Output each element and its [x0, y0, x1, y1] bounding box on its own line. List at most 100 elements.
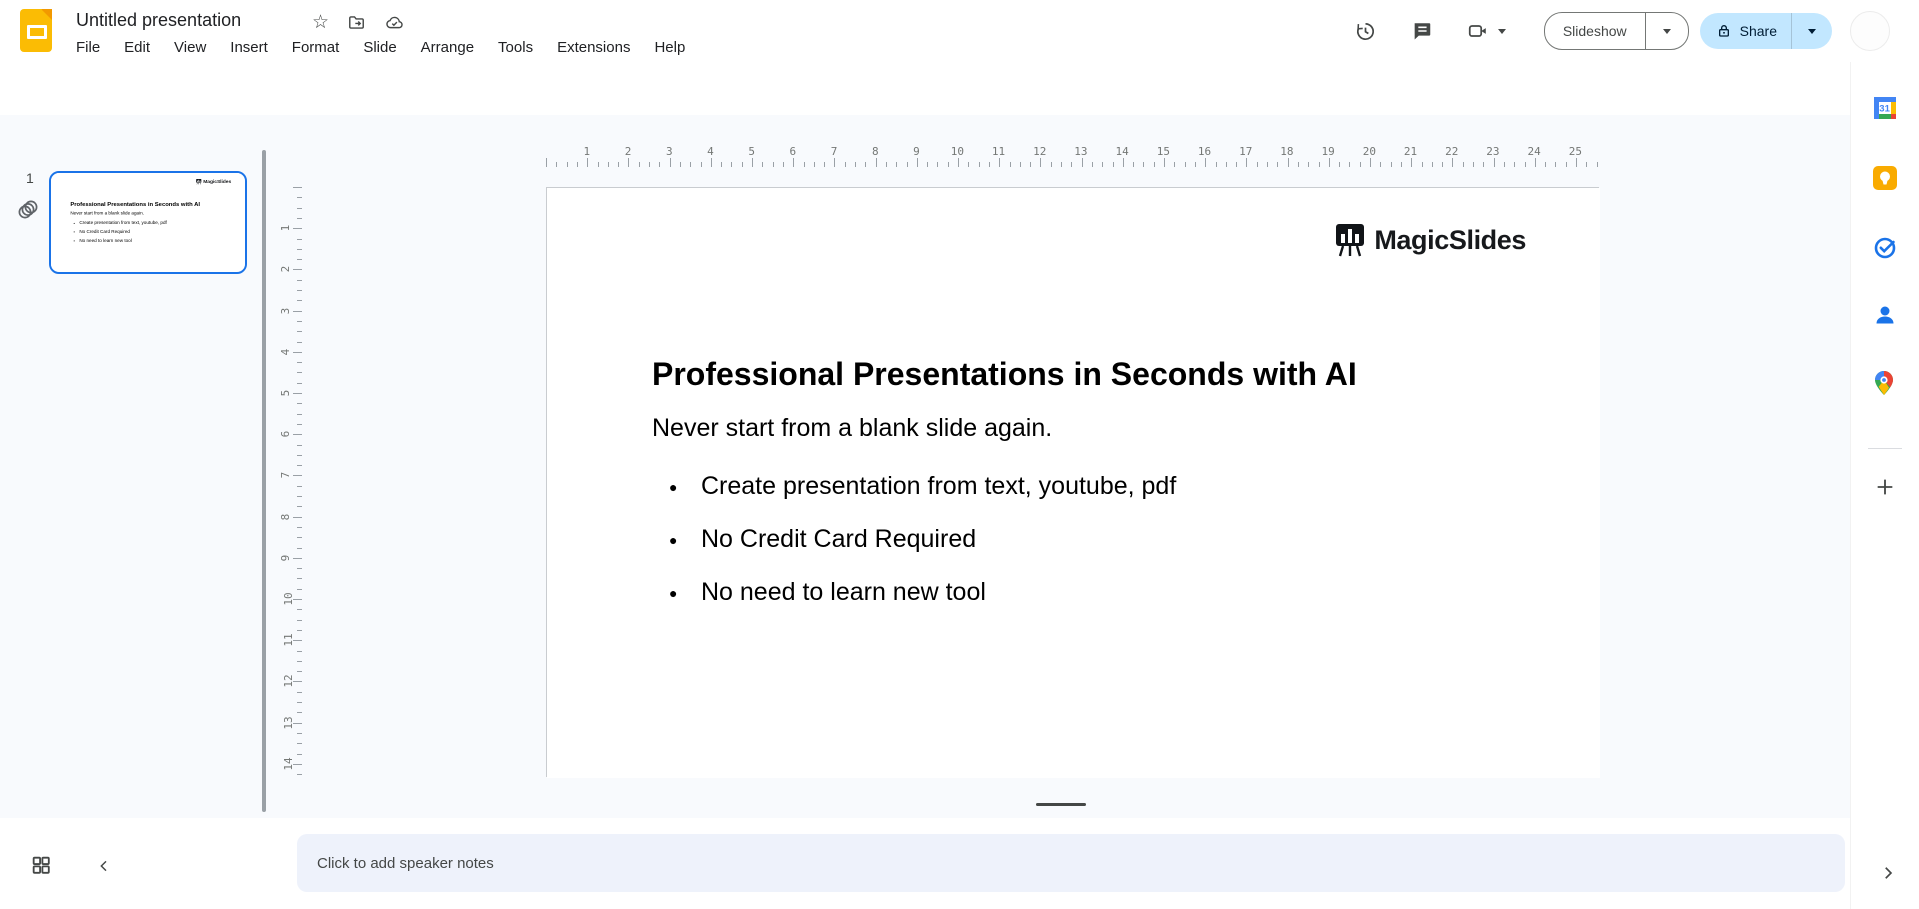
- slide-title[interactable]: Professional Presentations in Seconds wi…: [70, 201, 200, 207]
- menu-format[interactable]: Format: [280, 36, 352, 59]
- ruler-tick: [297, 217, 302, 219]
- move-folder-icon[interactable]: [347, 13, 366, 32]
- ruler-tick: [297, 238, 302, 240]
- cloud-saved-icon[interactable]: [384, 13, 405, 32]
- ruler-tick: [1503, 162, 1505, 167]
- bullet-text: Create presentation from text, youtube, …: [701, 472, 1177, 500]
- ruler-tick: [1390, 162, 1392, 167]
- user-avatar[interactable]: [1850, 11, 1890, 51]
- ruler-tick: [937, 162, 939, 167]
- menu-arrange[interactable]: Arrange: [409, 36, 486, 59]
- ruler-tick: [297, 660, 302, 662]
- menu-tools[interactable]: Tools: [486, 36, 545, 59]
- slide-bullet-list[interactable]: ● Create presentation from text, youtube,…: [73, 218, 166, 245]
- ruler-number: 1: [583, 145, 591, 158]
- google-tasks-icon[interactable]: [1872, 234, 1898, 260]
- ruler-tick: [293, 310, 302, 312]
- menu-view[interactable]: View: [162, 36, 218, 59]
- google-maps-icon[interactable]: [1872, 370, 1896, 396]
- ruler-number: 17: [1239, 145, 1253, 158]
- bullet-text: Create presentation from text, youtube, …: [79, 220, 167, 226]
- ruler-tick: [1164, 158, 1165, 167]
- google-contacts-icon[interactable]: [1872, 302, 1898, 328]
- bullet-item[interactable]: ● No Credit Card Required: [669, 513, 1176, 566]
- ruler-tick: [1411, 158, 1413, 167]
- ruler-number: 23: [1486, 145, 1500, 158]
- ruler-tick: [297, 712, 302, 714]
- filmstrip-scrollbar[interactable]: [262, 150, 266, 812]
- notes-resize-handle[interactable]: [1036, 803, 1086, 806]
- slide-subtitle[interactable]: Never start from a blank slide again.: [70, 211, 144, 216]
- ruler-tick: [607, 162, 609, 167]
- ruler-tick: [587, 158, 589, 167]
- ruler-tick: [1122, 158, 1124, 167]
- slide-title[interactable]: Professional Presentations in Seconds wi…: [652, 356, 1357, 393]
- open-panel-icon[interactable]: [1879, 864, 1897, 882]
- bullet-item[interactable]: ● No Credit Card Required: [73, 227, 166, 236]
- ruler-tick: [1596, 162, 1598, 167]
- google-keep-icon[interactable]: [1872, 165, 1898, 191]
- menu-slide[interactable]: Slide: [351, 36, 408, 59]
- ruler-tick: [844, 162, 846, 167]
- ruler-tick: [297, 702, 302, 703]
- ruler-tick: [1174, 162, 1176, 167]
- ruler-tick: [752, 158, 753, 167]
- ruler-tick: [875, 158, 877, 167]
- ruler-tick: [1009, 162, 1011, 167]
- slide-thumbnail[interactable]: MagicSlides Professional Presentations i…: [49, 171, 247, 274]
- slide-canvas[interactable]: MagicSlides Professional Presentations i…: [546, 187, 1600, 778]
- google-slides-app: Untitled presentation ☆ File Edit View I…: [0, 0, 1919, 909]
- menu-edit[interactable]: Edit: [112, 36, 162, 59]
- ruler-tick: [1545, 162, 1547, 167]
- share-button[interactable]: Share: [1740, 23, 1777, 39]
- meet-camera-button[interactable]: [1467, 20, 1506, 42]
- bullet-item[interactable]: ● Create presentation from text, youtube,…: [669, 460, 1176, 513]
- ruler-number: 3: [278, 307, 292, 314]
- share-dropdown[interactable]: [1791, 13, 1832, 49]
- ruler-number: 11: [282, 633, 296, 647]
- collapse-filmstrip-icon[interactable]: [96, 858, 112, 874]
- ruler-tick: [297, 526, 302, 528]
- ruler-tick: [659, 162, 661, 167]
- menu-insert[interactable]: Insert: [218, 36, 280, 59]
- ruler-number: 10: [282, 592, 296, 606]
- bullet-item[interactable]: ● No need to learn new tool: [73, 236, 166, 245]
- ruler-tick: [297, 547, 302, 549]
- comments-icon[interactable]: [1411, 20, 1433, 42]
- ruler-tick: [1019, 162, 1021, 167]
- version-history-icon[interactable]: [1354, 20, 1377, 43]
- grid-view-icon[interactable]: [30, 854, 52, 876]
- ruler-tick: [1102, 162, 1104, 167]
- ruler-tick: [297, 413, 302, 415]
- slides-app-logo[interactable]: [20, 9, 52, 52]
- ruler-tick: [293, 393, 302, 394]
- google-calendar-icon[interactable]: 31: [1872, 95, 1898, 121]
- ruler-tick: [1555, 162, 1557, 167]
- document-title[interactable]: Untitled presentation: [76, 10, 241, 31]
- menu-extensions[interactable]: Extensions: [545, 36, 642, 59]
- speaker-notes-input[interactable]: Click to add speaker notes: [297, 834, 1845, 892]
- ruler-number: 3: [665, 145, 673, 158]
- logo-inner-rect: [27, 25, 47, 39]
- get-addons-plus-icon[interactable]: [1874, 476, 1896, 498]
- slideshow-dropdown[interactable]: [1644, 13, 1688, 49]
- ruler-tick: [782, 162, 784, 167]
- ruler-number: 9: [913, 145, 920, 158]
- side-panel: 31: [1850, 62, 1919, 909]
- ruler-tick: [988, 162, 990, 167]
- slideshow-button[interactable]: Slideshow: [1545, 23, 1645, 39]
- ruler-tick: [293, 516, 302, 518]
- ruler-tick: [297, 774, 302, 776]
- star-icon[interactable]: ☆: [312, 13, 329, 32]
- menu-file[interactable]: File: [64, 36, 112, 59]
- camera-dropdown-caret[interactable]: [1497, 28, 1506, 34]
- ruler-tick: [1287, 158, 1289, 167]
- ruler-tick: [958, 158, 959, 167]
- slide-subtitle[interactable]: Never start from a blank slide again.: [652, 414, 1052, 443]
- slide-bullet-list[interactable]: ● Create presentation from text, youtube,…: [669, 460, 1176, 619]
- ruler-number: 6: [789, 145, 797, 158]
- bullet-item[interactable]: ● Create presentation from text, youtube,…: [73, 218, 166, 227]
- ruler-tick: [293, 187, 302, 188]
- bullet-item[interactable]: ● No need to learn new tool: [669, 566, 1176, 619]
- menu-help[interactable]: Help: [642, 36, 697, 59]
